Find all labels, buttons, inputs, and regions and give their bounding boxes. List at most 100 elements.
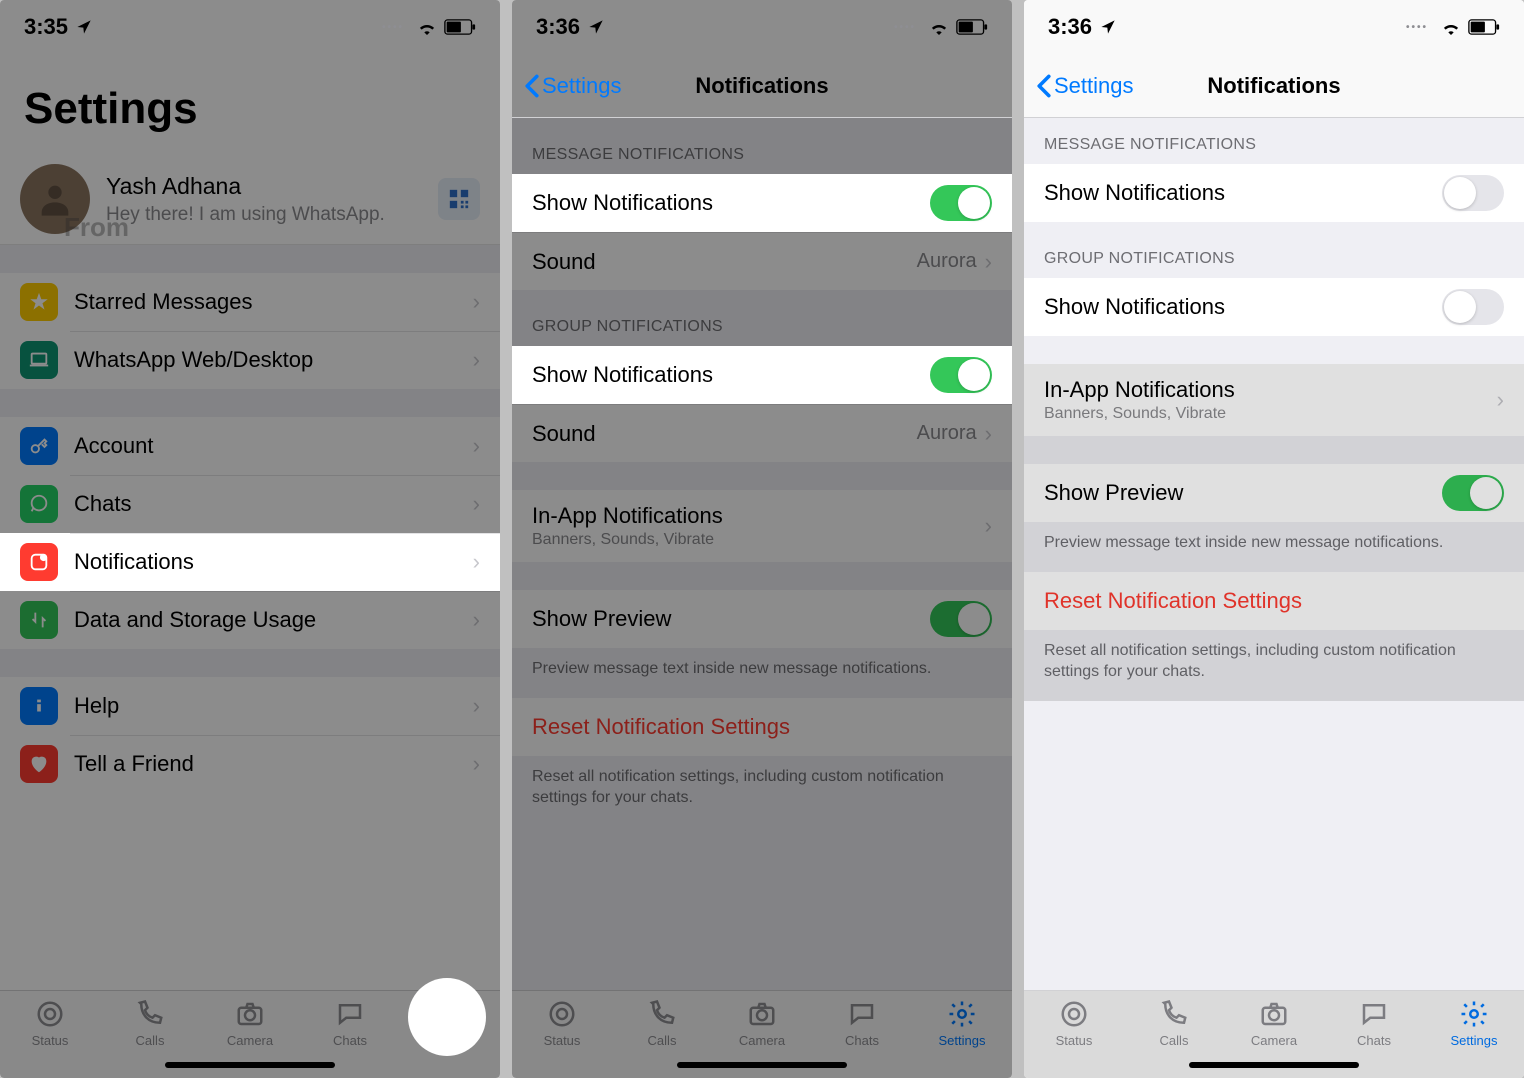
row-inapp[interactable]: In-App Notifications Banners, Sounds, Vi… [1024, 364, 1524, 436]
reset-label: Reset Notification Settings [1044, 588, 1504, 614]
nav-header: Settings Notifications [1024, 54, 1524, 118]
status-time: 3:35 [24, 14, 68, 40]
key-icon [20, 427, 58, 465]
toggle-show-notifications-grp[interactable] [1442, 289, 1504, 325]
tab-label: Calls [1160, 1033, 1189, 1048]
chat-icon [20, 485, 58, 523]
laptop-icon [20, 341, 58, 379]
location-icon [588, 19, 604, 35]
heart-icon [20, 745, 58, 783]
preview-footer: Preview message text inside new message … [1024, 522, 1524, 572]
tab-chats[interactable]: Chats [300, 999, 400, 1048]
watermark-text: From [64, 212, 129, 243]
row-label: Show Notifications [1044, 294, 1442, 320]
row-label: Starred Messages [74, 289, 473, 315]
row-inapp[interactable]: In-App Notifications Banners, Sounds, Vi… [512, 490, 1012, 562]
row-show-notifications-msg[interactable]: Show Notifications [1024, 164, 1524, 222]
row-show-notifications-grp[interactable]: Show Notifications [1024, 278, 1524, 336]
tab-calls[interactable]: Calls [100, 999, 200, 1048]
row-label: Sound [532, 421, 917, 447]
row-sound-msg[interactable]: Sound Aurora › [512, 232, 1012, 290]
tab-calls[interactable]: Calls [1124, 999, 1224, 1048]
row-account[interactable]: Account › [0, 417, 500, 475]
chevron-icon: › [1497, 387, 1504, 413]
tab-label: Camera [227, 1033, 273, 1048]
tab-status[interactable]: Status [512, 999, 612, 1048]
row-reset[interactable]: Reset Notification Settings [512, 698, 1012, 756]
tab-status[interactable]: Status [0, 999, 100, 1048]
row-label: Show Preview [532, 606, 930, 632]
section-header-messages: MESSAGE NOTIFICATIONS [1024, 118, 1524, 164]
signal-dots-icon: •••• [382, 22, 404, 33]
toggle-show-notifications-msg[interactable] [930, 185, 992, 221]
camera-icon [745, 999, 779, 1029]
chevron-icon: › [985, 421, 992, 447]
section-header-messages: MESSAGE NOTIFICATIONS [512, 118, 1012, 174]
row-label: WhatsApp Web/Desktop [74, 347, 473, 373]
tab-camera[interactable]: Camera [1224, 999, 1324, 1048]
status-time: 3:36 [536, 14, 580, 40]
notification-icon [20, 543, 58, 581]
chevron-icon: › [473, 607, 480, 633]
chevron-left-icon [1036, 74, 1052, 98]
phone-notifications-off: 3:36 •••• Settings Notifications MESSAGE… [1024, 0, 1524, 1078]
tab-camera[interactable]: Camera [712, 999, 812, 1048]
row-label: Show Notifications [532, 362, 930, 388]
camera-icon [1257, 999, 1291, 1029]
chevron-icon: › [473, 289, 480, 315]
row-label: In-App Notifications [1044, 377, 1497, 403]
wifi-icon [928, 19, 950, 35]
row-reset[interactable]: Reset Notification Settings [1024, 572, 1524, 630]
preview-footer: Preview message text inside new message … [512, 648, 1012, 698]
tab-chats[interactable]: Chats [812, 999, 912, 1048]
tab-settings[interactable]: Settings [912, 999, 1012, 1048]
row-show-preview[interactable]: Show Preview [1024, 464, 1524, 522]
toggle-show-notifications-grp[interactable] [930, 357, 992, 393]
profile-name: Yash Adhana [106, 173, 385, 200]
page-title: Settings [0, 54, 500, 154]
info-icon [20, 687, 58, 725]
row-label: Sound [532, 249, 917, 275]
toggle-show-preview[interactable] [930, 601, 992, 637]
reset-footer: Reset all notification settings, includi… [512, 756, 1012, 827]
tab-settings[interactable]: Settings [1424, 999, 1524, 1048]
chevron-icon: › [473, 491, 480, 517]
chevron-left-icon [524, 74, 540, 98]
tab-calls[interactable]: Calls [612, 999, 712, 1048]
row-help[interactable]: Help › [0, 677, 500, 735]
tab-status[interactable]: Status [1024, 999, 1124, 1048]
row-data[interactable]: Data and Storage Usage › [0, 591, 500, 649]
row-show-preview[interactable]: Show Preview [512, 590, 1012, 648]
tab-chats[interactable]: Chats [1324, 999, 1424, 1048]
toggle-show-preview[interactable] [1442, 475, 1504, 511]
calls-icon [133, 999, 167, 1029]
row-show-notifications-grp[interactable]: Show Notifications [512, 346, 1012, 404]
row-tell[interactable]: Tell a Friend › [0, 735, 500, 793]
wifi-icon [416, 19, 438, 35]
qr-icon[interactable] [438, 178, 480, 220]
row-starred[interactable]: Starred Messages › [0, 273, 500, 331]
nav-title: Notifications [695, 73, 828, 99]
row-notifications[interactable]: Notifications › [0, 533, 500, 591]
row-sound-grp[interactable]: Sound Aurora › [512, 404, 1012, 462]
wifi-icon [1440, 19, 1462, 35]
tab-label: Status [32, 1033, 69, 1048]
back-button[interactable]: Settings [1036, 73, 1134, 99]
back-label: Settings [1054, 73, 1134, 99]
tab-label: Calls [648, 1033, 677, 1048]
status-time-group: 3:35 [24, 14, 92, 40]
row-show-notifications-msg[interactable]: Show Notifications [512, 174, 1012, 232]
tab-label: Chats [845, 1033, 879, 1048]
tab-label: Settings [1451, 1033, 1498, 1048]
row-chats[interactable]: Chats › [0, 475, 500, 533]
star-icon [20, 283, 58, 321]
row-label: Data and Storage Usage [74, 607, 473, 633]
back-button[interactable]: Settings [524, 73, 622, 99]
row-web[interactable]: WhatsApp Web/Desktop › [0, 331, 500, 389]
chats-icon [845, 999, 879, 1029]
row-label: Show Notifications [1044, 180, 1442, 206]
toggle-show-notifications-msg[interactable] [1442, 175, 1504, 211]
signal-dots-icon: •••• [894, 22, 916, 33]
tab-camera[interactable]: Camera [200, 999, 300, 1048]
chevron-icon: › [473, 751, 480, 777]
